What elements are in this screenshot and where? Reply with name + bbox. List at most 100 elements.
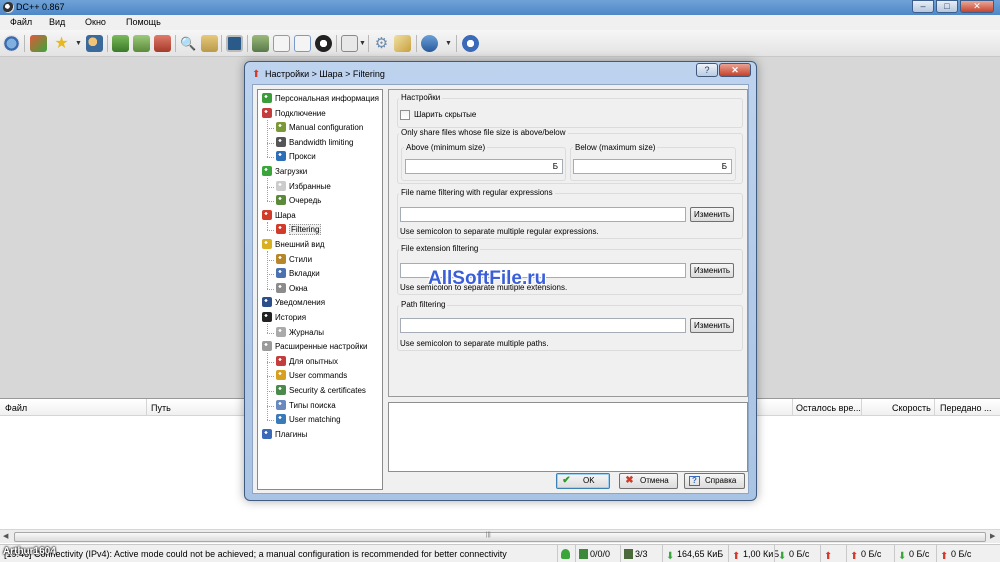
refresh-share-icon[interactable] (421, 35, 438, 52)
description-box (388, 402, 748, 472)
tree-connector (267, 353, 268, 421)
menu-bar: Файл Вид Окно Помощь (0, 15, 1000, 30)
close-button[interactable]: ✕ (960, 0, 994, 13)
settings-icon[interactable]: ⚙ (373, 35, 390, 52)
system-log-icon[interactable] (315, 35, 332, 52)
tree-item[interactable]: Очередь (276, 195, 321, 208)
tree-item[interactable]: Типы поиска (276, 399, 336, 413)
tree-item[interactable]: User matching (276, 414, 341, 427)
status-bar: [19:46] Connectivity (IPv4): Active mode… (0, 544, 1000, 562)
maximize-button[interactable]: □ (936, 0, 958, 13)
adl-search-icon[interactable] (201, 35, 218, 52)
finished-downloads-icon[interactable] (133, 35, 150, 52)
open-filelist-icon[interactable] (252, 35, 269, 52)
tree-item[interactable]: Подключение (262, 107, 326, 121)
upload-queue-icon[interactable] (154, 35, 171, 52)
minimize-button[interactable]: – (912, 0, 934, 13)
tree-item[interactable]: История (262, 312, 306, 325)
favorites-icon[interactable]: ★ (53, 35, 70, 52)
brush-icon (276, 253, 286, 264)
down-limit-cell[interactable]: ⬇ 0 Б/с (894, 545, 936, 562)
tree-connector (267, 361, 274, 363)
dialog-close-button[interactable]: ✕ (719, 63, 751, 77)
dialog-help-button[interactable]: ? (696, 63, 718, 77)
below-label: Below (maximum size) (573, 143, 658, 152)
tree-item[interactable]: Загрузки (262, 166, 307, 179)
manual-config-icon (276, 122, 286, 133)
slots-icon (624, 549, 633, 559)
help-icon[interactable] (462, 35, 479, 52)
tree-item[interactable]: Для опытных (276, 355, 338, 369)
scroll-left-icon[interactable]: ◀ (3, 532, 8, 540)
tree-item[interactable]: Журналы (276, 326, 324, 340)
up-limit-cell[interactable]: ⬆ 0 Б/с (936, 545, 980, 562)
network-stats-icon[interactable] (294, 35, 311, 52)
column-divider[interactable] (861, 399, 862, 416)
above-label: Above (minimum size) (404, 143, 488, 152)
window-title: DC++ 0.867 (16, 2, 65, 12)
column-divider[interactable] (792, 399, 793, 416)
tree-item[interactable]: Bandwidth limiting (276, 136, 353, 150)
extension-group-label: File extension filtering (399, 244, 481, 253)
scroll-thumb[interactable] (14, 532, 986, 542)
column-path[interactable]: Путь (151, 403, 171, 413)
tree-item[interactable]: Внешний вид (262, 239, 325, 252)
scroll-right-icon[interactable]: ▶ (990, 532, 995, 540)
tree-item[interactable]: Уведомления (262, 297, 325, 310)
notepad-icon[interactable] (273, 35, 290, 52)
open-dropdown-icon[interactable]: ▼ (359, 40, 366, 47)
menu-file[interactable]: Файл (10, 17, 32, 27)
tree-item-label: Security & certificates (289, 386, 366, 395)
open-downloads-icon[interactable] (341, 35, 358, 52)
path-change-button[interactable]: Изменить (690, 318, 734, 333)
window-titlebar: DC++ 0.867 – □ ✕ (0, 0, 1000, 15)
tree-item[interactable]: Вкладки (276, 268, 320, 281)
plugins-icon[interactable] (394, 35, 411, 52)
tree-item[interactable]: Избранные (276, 180, 331, 194)
reconnect-icon[interactable] (30, 35, 47, 52)
settings-tree[interactable]: Персональная информация Подключение Manual… (257, 89, 383, 490)
column-divider[interactable] (146, 399, 147, 416)
menu-help[interactable]: Помощь (126, 17, 161, 27)
tree-item[interactable]: Персональная информация (262, 93, 379, 106)
tree-item[interactable]: Filtering (276, 224, 322, 237)
column-speed[interactable]: Скорость (892, 403, 931, 413)
horizontal-scrollbar[interactable]: ◀ ||| ▶ (0, 529, 1000, 543)
share-dropdown-icon[interactable]: ▼ (445, 40, 452, 47)
tree-item[interactable]: Расширенные настройки (262, 341, 367, 354)
below-size-input[interactable]: Б (573, 159, 732, 174)
tree-item[interactable]: Прокси (276, 151, 316, 164)
download-queue-icon[interactable] (112, 35, 129, 52)
favorites-dropdown-icon[interactable]: ▼ (75, 40, 82, 47)
extension-change-button[interactable]: Изменить (690, 263, 734, 278)
cancel-button[interactable]: ✖ Отмена (619, 473, 678, 489)
path-input[interactable] (400, 318, 686, 333)
connect-icon[interactable] (3, 35, 20, 52)
ok-button[interactable]: ✔ OK (556, 473, 610, 489)
tree-item[interactable]: Стили (276, 253, 312, 267)
menu-view[interactable]: Вид (49, 17, 65, 27)
filename-change-button[interactable]: Изменить (690, 207, 734, 222)
tree-item[interactable]: Плагины (262, 428, 307, 442)
column-transferred[interactable]: Передано ... (940, 403, 992, 413)
column-file[interactable]: Файл (5, 403, 27, 413)
tree-item[interactable]: Окна (276, 282, 308, 296)
tree-item-label: Filtering (289, 224, 322, 236)
above-size-input[interactable]: Б (405, 159, 563, 174)
user-matching-icon (276, 414, 286, 425)
column-time-left[interactable]: Осталось вре... (796, 403, 861, 413)
column-divider[interactable] (934, 399, 935, 416)
tree-item[interactable]: User commands (276, 370, 347, 383)
tree-connector (267, 128, 274, 130)
site-watermark: AllSoftFile.ru (428, 268, 547, 289)
search-spy-icon[interactable] (226, 35, 243, 52)
tree-item[interactable]: Security & certificates (276, 385, 366, 398)
filename-regex-input[interactable] (400, 207, 686, 222)
share-hidden-checkbox[interactable] (400, 110, 410, 120)
favorite-users-icon[interactable] (86, 35, 103, 52)
search-icon[interactable]: 🔍 (180, 35, 197, 52)
toolbar-separator (24, 35, 25, 52)
help-button[interactable]: ? Справка (684, 473, 745, 489)
menu-window[interactable]: Окно (85, 17, 106, 27)
tree-item[interactable]: Manual configuration (276, 122, 363, 135)
